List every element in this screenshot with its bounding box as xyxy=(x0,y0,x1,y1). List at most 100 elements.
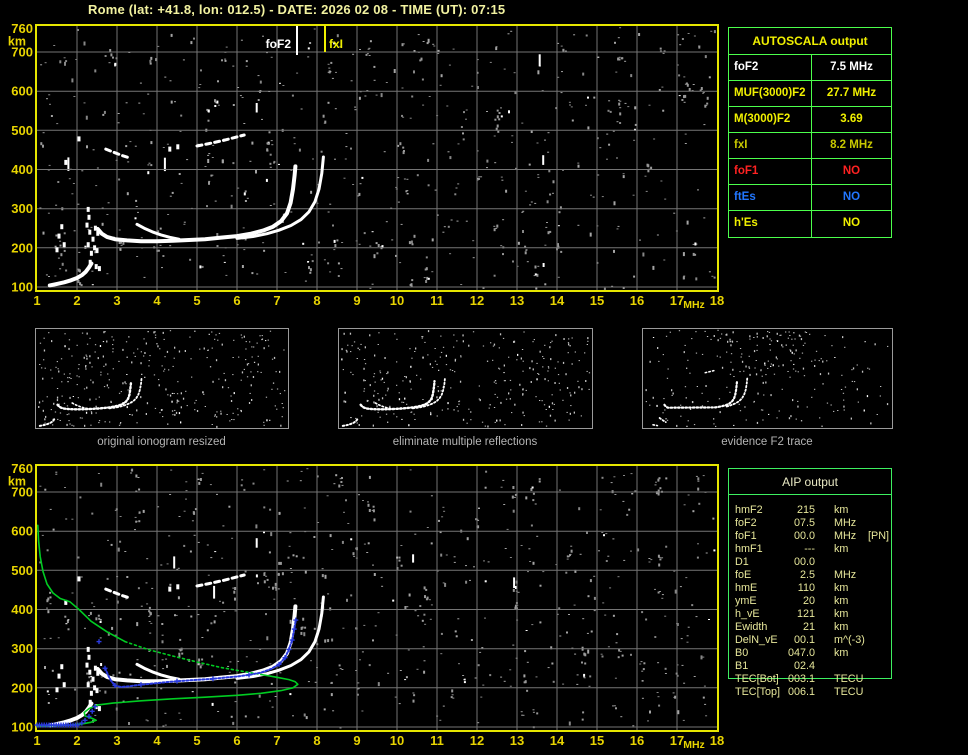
x-tick-label: 10 xyxy=(390,733,404,748)
y-tick-label: 400 xyxy=(11,602,33,617)
x-tick-label: 4 xyxy=(153,733,161,748)
bottom-ionogram-frame xyxy=(36,465,718,731)
aip-row-ymE: ymE20km xyxy=(729,595,893,608)
aip-row-label: hmE xyxy=(729,582,785,595)
y-tick-label: 400 xyxy=(11,162,33,177)
aip-row-foE: foE2.5MHz xyxy=(729,569,893,582)
autoscala-row-value: 7.5 MHz xyxy=(812,55,891,80)
top-ionogram-traces xyxy=(50,135,324,285)
autoscala-window: Rome (lat: +41.8, lon: 012.5) - DATE: 20… xyxy=(0,0,968,755)
autoscala-row-label: M(3000)F2 xyxy=(729,107,812,132)
x-axis-unit: MHz xyxy=(683,299,705,311)
autoscala-row-h'Es: h'EsNO xyxy=(729,211,891,237)
x-tick-label: 6 xyxy=(233,293,240,308)
aip-row-label: foE xyxy=(729,569,785,582)
autoscala-row-value: NO xyxy=(812,185,891,210)
aip-row-unit: km xyxy=(815,647,868,660)
autoscala-row-label: ftEs xyxy=(729,185,812,210)
bottom-ionogram: 760700600500400300200100km12345678910111… xyxy=(8,461,724,751)
aip-row-TEC[Bot]: TEC[Bot]003.1TECU xyxy=(729,673,893,686)
x-tick-label: 14 xyxy=(550,733,565,748)
autoscala-row-label: fxI xyxy=(729,133,812,158)
x-tick-label: 17 xyxy=(670,733,684,748)
processing-panel-1 xyxy=(36,329,289,429)
aip-row-value: 2.5 xyxy=(785,569,815,582)
aip-row-TEC[Top]: TEC[Top]006.1TECU xyxy=(729,686,893,699)
autoscala-row-value: NO xyxy=(812,159,891,184)
x-tick-label: 7 xyxy=(273,293,280,308)
aip-row-unit: TECU xyxy=(815,673,868,686)
autoscaled-trace xyxy=(35,618,299,728)
x-tick-label: 10 xyxy=(390,293,404,308)
x-tick-label: 2 xyxy=(73,293,80,308)
x-tick-label: 5 xyxy=(193,733,200,748)
aip-row-label: B0 xyxy=(729,647,785,660)
x-tick-label: 1 xyxy=(33,733,40,748)
y-tick-label: 500 xyxy=(11,563,33,578)
top-ionogram-noise xyxy=(39,27,716,291)
x-tick-label: 9 xyxy=(353,733,360,748)
x-tick-label: 15 xyxy=(590,733,604,748)
y-axis-unit: km xyxy=(8,475,26,489)
autoscala-row-value: 27.7 MHz xyxy=(812,81,891,106)
autoscala-row-label: MUF(3000)F2 xyxy=(729,81,812,106)
aip-row-unit xyxy=(815,660,868,673)
x-tick-label: 8 xyxy=(313,293,320,308)
aip-row-value: 07.5 xyxy=(785,517,815,530)
bottom-ionogram-x-axis: 123456789101112131415161718MHz xyxy=(33,733,724,751)
x-tick-label: 12 xyxy=(470,293,484,308)
y-tick-label: 100 xyxy=(11,720,33,735)
y-tick-label: 300 xyxy=(11,201,33,216)
x-tick-label: 1 xyxy=(33,293,40,308)
aip-row-unit: km xyxy=(815,504,868,517)
aip-row-B0: B0047.0km xyxy=(729,647,893,660)
aip-row-value: 02.4 xyxy=(785,660,815,673)
aip-row-unit: km xyxy=(815,582,868,595)
x-tick-label: 8 xyxy=(313,733,320,748)
aip-row-label: hmF2 xyxy=(729,504,785,517)
aip-row-unit xyxy=(815,556,868,569)
aip-row-hmF1: hmF1---km xyxy=(729,543,893,556)
aip-row-DelN_vE: DelN_vE00.1m^(-3) xyxy=(729,634,893,647)
autoscala-row-MUF(3000)F2: MUF(3000)F227.7 MHz xyxy=(729,81,891,107)
panel-caption-evidence: evidence F2 trace xyxy=(642,436,892,448)
panel-caption-original: original ionogram resized xyxy=(35,436,288,448)
x-tick-label: 16 xyxy=(630,733,644,748)
x-tick-label: 13 xyxy=(510,733,524,748)
y-tick-label: 600 xyxy=(11,84,33,99)
x-tick-label: 5 xyxy=(193,293,200,308)
aip-row-foF1: foF100.0MHz[PN] xyxy=(729,530,893,543)
aip-row-value: 047.0 xyxy=(785,647,815,660)
x-tick-label: 11 xyxy=(430,293,444,308)
processing-panel-2 xyxy=(339,329,593,429)
x-tick-label: 7 xyxy=(273,733,280,748)
bottom-ionogram-y-axis: 760700600500400300200100km xyxy=(8,461,33,735)
aip-row-label: h_vE xyxy=(729,608,785,621)
aip-row-value: 20 xyxy=(785,595,815,608)
x-tick-label: 17 xyxy=(670,293,684,308)
aip-row-value: 006.1 xyxy=(785,686,815,699)
autoscala-table-rows: foF27.5 MHzMUF(3000)F227.7 MHzM(3000)F23… xyxy=(729,55,891,237)
top-ionogram-x-axis: 123456789101112131415161718MHz xyxy=(33,293,724,311)
y-tick-label: 500 xyxy=(11,123,33,138)
autoscala-row-ftEs: ftEsNO xyxy=(729,185,891,211)
bottom-ionogram-grid xyxy=(37,466,717,730)
aip-row-foF2: foF207.5MHz xyxy=(729,517,893,530)
aip-row-unit: TECU xyxy=(815,686,868,699)
x-tick-label: 2 xyxy=(73,733,80,748)
aip-row-unit: km xyxy=(815,621,868,634)
aip-row-D1: D100.0 xyxy=(729,556,893,569)
processing-panel-3 xyxy=(643,329,893,429)
x-tick-label: 16 xyxy=(630,293,644,308)
y-tick-label: 100 xyxy=(11,280,33,295)
aip-row-Ewidth: Ewidth21km xyxy=(729,621,893,634)
aip-row-label: ymE xyxy=(729,595,785,608)
autoscala-row-value: NO xyxy=(812,211,891,237)
x-tick-label: 18 xyxy=(710,733,724,748)
aip-row-unit: km xyxy=(815,543,868,556)
top-ionogram-frame xyxy=(36,25,718,291)
autoscala-row-foF2: foF27.5 MHz xyxy=(729,55,891,81)
x-tick-label: 13 xyxy=(510,293,524,308)
x-tick-label: 6 xyxy=(233,733,240,748)
aip-row-B1: B102.4 xyxy=(729,660,893,673)
